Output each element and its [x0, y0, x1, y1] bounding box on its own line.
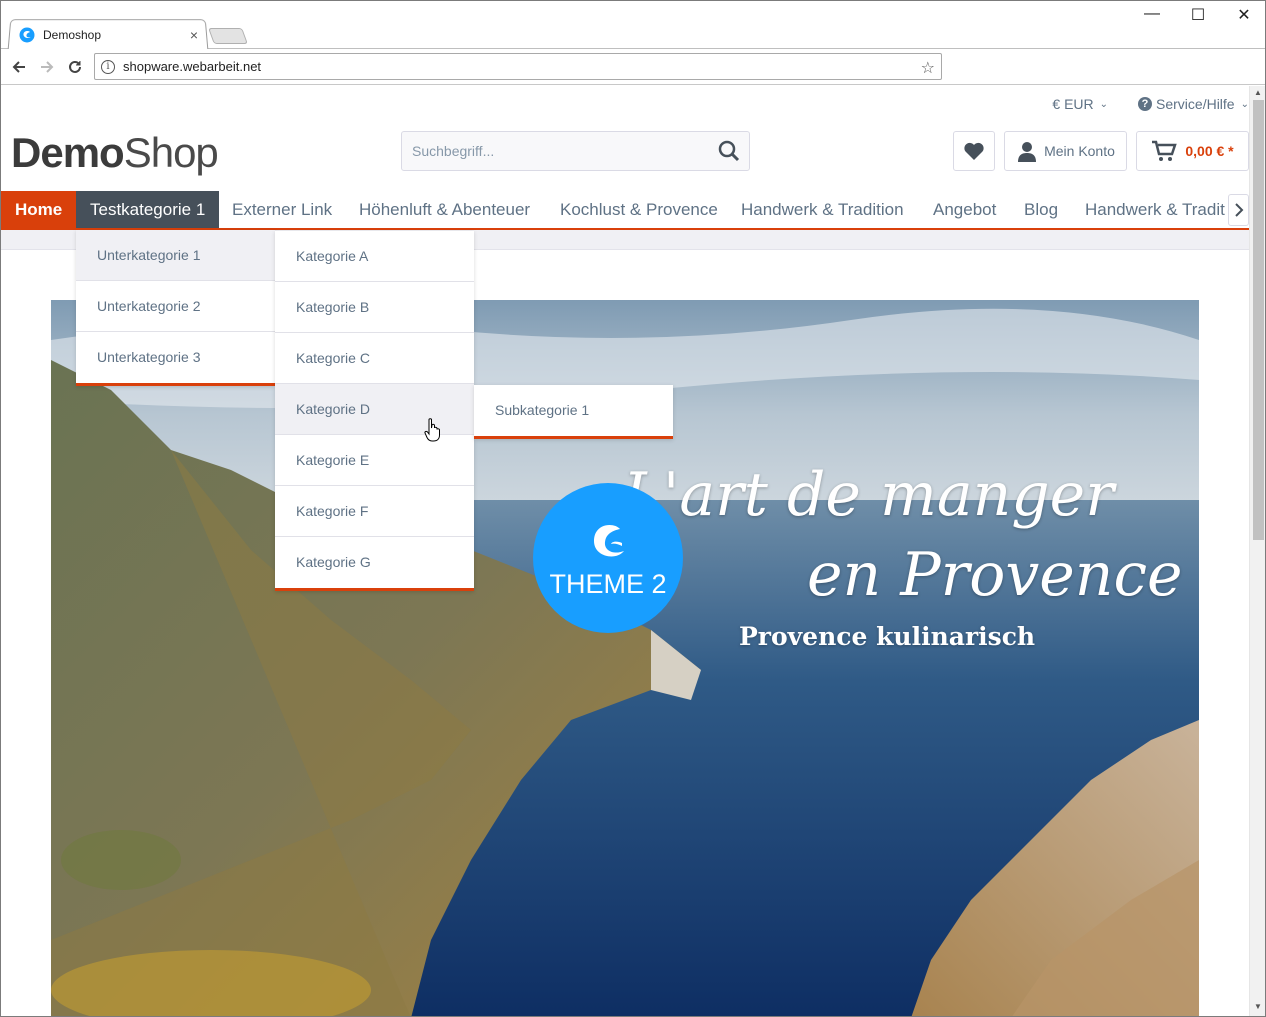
dropdown-item-unterkategorie-1[interactable]: Unterkategorie 1 — [76, 230, 275, 281]
help-icon: ? — [1138, 97, 1153, 111]
cart-button[interactable]: 0,00 € * — [1136, 131, 1249, 171]
scroll-down-arrow-icon[interactable]: ▼ — [1254, 1002, 1262, 1011]
dropdown-item-kategorie-e[interactable]: Kategorie E — [275, 435, 474, 486]
scroll-up-arrow-icon[interactable]: ▲ — [1254, 88, 1262, 97]
close-icon[interactable]: ✕ — [1221, 5, 1265, 25]
cart-value: 0,00 € * — [1185, 143, 1234, 159]
dropdown-level-1: Unterkategorie 1 Unterkategorie 2 Unterk… — [76, 230, 275, 386]
address-bar[interactable]: i shopware.webarbeit.net ☆ — [94, 53, 942, 80]
bookmark-star-icon[interactable]: ☆ — [921, 58, 935, 78]
tab-close-icon[interactable]: × — [187, 27, 201, 43]
dropdown-item-kategorie-b[interactable]: Kategorie B — [275, 282, 474, 333]
search-input[interactable] — [412, 143, 709, 159]
account-button[interactable]: Mein Konto — [1004, 131, 1127, 171]
theme-badge-label: THEME 2 — [549, 568, 667, 599]
info-icon[interactable]: i — [101, 59, 115, 74]
nav-item-testkategorie-1[interactable]: Testkategorie 1 — [76, 191, 220, 228]
dropdown-item-kategorie-d[interactable]: Kategorie D — [275, 384, 474, 435]
user-icon — [1018, 142, 1037, 162]
nav-item-home[interactable]: Home — [1, 191, 77, 228]
reload-button[interactable] — [63, 55, 87, 79]
nav-scroll-right-button[interactable] — [1228, 194, 1249, 226]
dropdown-item-subkategorie-1[interactable]: Subkategorie 1 — [474, 385, 673, 436]
browser-tab[interactable]: Demoshop × — [19, 23, 205, 47]
browser-window: Demoshop × — ☐ ✕ i shopware.webarbeit.ne… — [0, 0, 1266, 1017]
chevron-down-icon: ⌄ — [1240, 98, 1249, 110]
search-button[interactable] — [709, 132, 749, 170]
new-tab-button[interactable] — [208, 28, 248, 44]
page-viewport: € EUR ⌄ ? Service/Hilfe ⌄ DemoShop Suchb… — [1, 86, 1249, 1016]
dropdown-item-unterkategorie-3[interactable]: Unterkategorie 3 — [76, 332, 275, 383]
tab-strip: Demoshop × — ☐ ✕ — [1, 1, 1265, 50]
shopware-favicon-icon — [19, 27, 35, 43]
dropdown-item-kategorie-a[interactable]: Kategorie A — [275, 231, 474, 282]
back-arrow-icon — [12, 61, 25, 73]
hero-title-line-1: L'art de manger — [623, 460, 1114, 530]
forward-arrow-icon — [41, 61, 54, 73]
hand-cursor-icon — [424, 418, 440, 442]
nav-item-handwerk[interactable]: Handwerk & Tradition — [727, 191, 918, 228]
shopware-logo-icon — [594, 524, 624, 556]
vertical-scrollbar[interactable]: ▲ ▼ — [1249, 86, 1265, 1016]
wishlist-button[interactable] — [953, 131, 995, 171]
dropdown-item-kategorie-g[interactable]: Kategorie G — [275, 537, 474, 588]
top-bar: € EUR ⌄ ? Service/Hilfe ⌄ — [1022, 94, 1249, 114]
search-box — [401, 131, 750, 171]
heart-icon — [964, 142, 984, 160]
cart-icon — [1152, 140, 1178, 161]
nav-item-blog[interactable]: Blog — [1010, 191, 1072, 228]
theme-badge: THEME 2 — [533, 483, 683, 633]
maximize-icon[interactable]: ☐ — [1175, 5, 1221, 25]
dropdown-level-2: Kategorie A Kategorie B Kategorie C Kate… — [275, 231, 474, 591]
chevron-down-icon: ⌄ — [1099, 98, 1109, 110]
currency-select[interactable]: € EUR ⌄ — [1052, 96, 1108, 112]
chevron-right-icon — [1234, 203, 1243, 217]
url-text: shopware.webarbeit.net — [123, 59, 262, 74]
hero-subtitle: Provence kulinarisch — [739, 622, 1036, 651]
service-label: Service/Hilfe — [1156, 96, 1235, 112]
account-label: Mein Konto — [1044, 143, 1115, 159]
browser-toolbar: i shopware.webarbeit.net ☆ — [1, 49, 1265, 85]
dropdown-item-kategorie-c[interactable]: Kategorie C — [275, 333, 474, 384]
scrollbar-thumb[interactable] — [1253, 100, 1264, 540]
nav-item-kochlust[interactable]: Kochlust & Provence — [546, 191, 732, 228]
service-menu[interactable]: ? Service/Hilfe ⌄ — [1138, 96, 1249, 112]
nav-item-angebot[interactable]: Angebot — [919, 191, 1010, 228]
dropdown-level-3: Subkategorie 1 — [474, 385, 673, 439]
logo-part-2: Shop — [123, 129, 219, 176]
main-navigation: Home Testkategorie 1 Externer Link Höhen… — [1, 191, 1249, 230]
search-icon — [718, 140, 740, 162]
minimize-icon[interactable]: — — [1129, 5, 1175, 23]
nav-item-handwerk-2[interactable]: Handwerk & Tradit — [1071, 191, 1239, 228]
logo-part-1: Demo — [11, 129, 125, 176]
tab-title: Demoshop — [43, 28, 102, 42]
shop-logo[interactable]: DemoShop — [11, 128, 219, 177]
reload-icon — [69, 60, 81, 73]
hero-title-line-2: en Provence — [807, 540, 1183, 610]
forward-button[interactable] — [35, 55, 59, 79]
dropdown-item-unterkategorie-2[interactable]: Unterkategorie 2 — [76, 281, 275, 332]
back-button[interactable] — [7, 55, 31, 79]
nav-item-externer-link[interactable]: Externer Link — [218, 191, 346, 228]
dropdown-item-kategorie-f[interactable]: Kategorie F — [275, 486, 474, 537]
nav-item-hoehenluft[interactable]: Höhenluft & Abenteuer — [345, 191, 544, 228]
currency-label: € EUR — [1052, 96, 1094, 112]
